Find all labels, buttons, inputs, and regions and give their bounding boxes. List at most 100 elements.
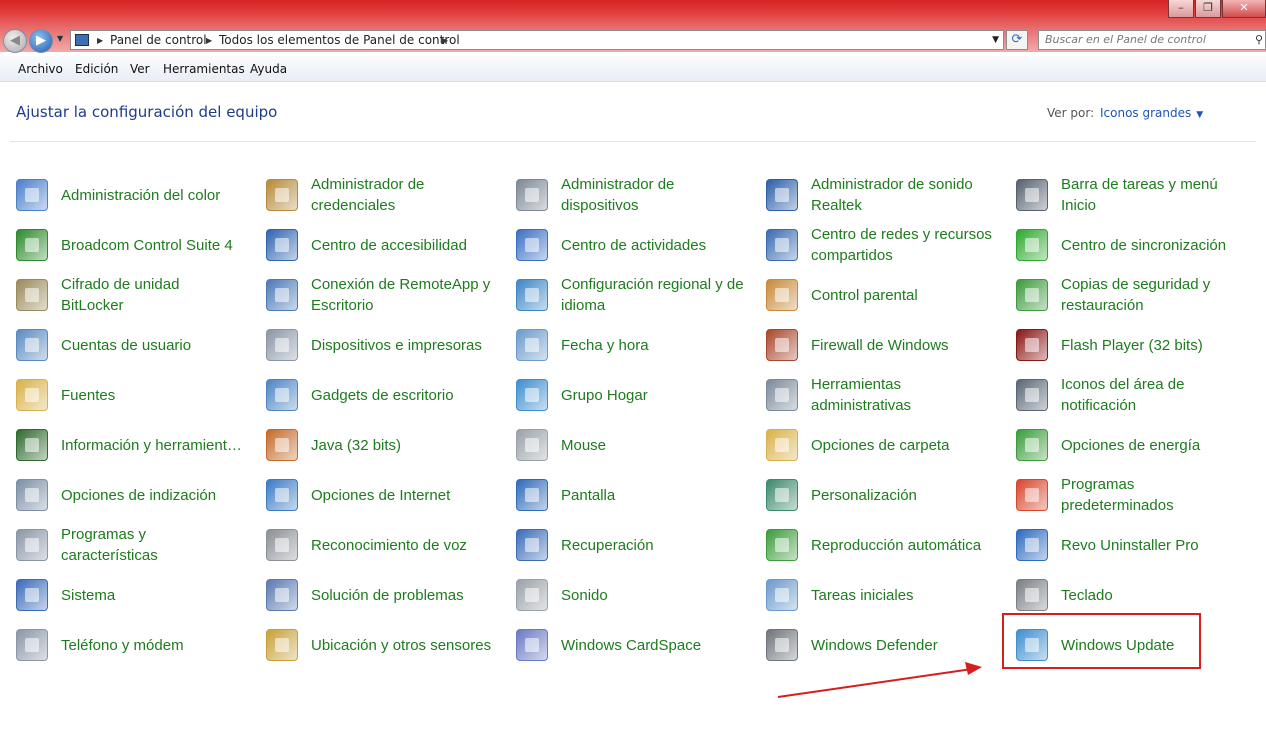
control-panel-item[interactable]: Administración del color [16, 170, 256, 220]
control-panel-item-label: Pantalla [561, 486, 616, 504]
credential-manager-icon [266, 179, 298, 211]
device-manager-icon [516, 179, 548, 211]
printer-icon [266, 329, 298, 361]
control-panel-item[interactable]: Ubicación y otros sensores [266, 620, 506, 670]
control-panel-item[interactable]: Grupo Hogar [516, 370, 756, 420]
control-panel-item[interactable]: Opciones de Internet [266, 470, 506, 520]
broadcom-icon [16, 229, 48, 261]
control-panel-item-label: Opciones de carpeta [811, 436, 950, 454]
firewall-icon [766, 329, 798, 361]
maximize-button[interactable]: ❐ [1195, 0, 1221, 18]
view-by-dropdown[interactable]: Iconos grandes ▼ [1100, 106, 1203, 120]
minimize-button[interactable]: – [1168, 0, 1194, 18]
control-panel-item[interactable]: Programas y características [16, 520, 256, 570]
breadcrumb-all-items[interactable]: Todos los elementos de Panel de control [219, 31, 460, 49]
refresh-button[interactable]: ⟳ [1006, 30, 1028, 50]
back-button[interactable]: ◀ [3, 29, 27, 53]
forward-button[interactable]: ▶ [29, 29, 53, 53]
control-panel-item[interactable]: Centro de actividades [516, 220, 756, 270]
control-panel-item[interactable]: Información y herramientas de rendimi... [16, 420, 256, 470]
recent-pages-dropdown[interactable]: ▼ [57, 34, 63, 43]
control-panel-item[interactable]: Barra de tareas y menú Inicio [1016, 170, 1256, 220]
globe-clock-icon [516, 279, 548, 311]
control-panel-item[interactable]: Revo Uninstaller Pro [1016, 520, 1256, 570]
control-panel-item[interactable]: Opciones de carpeta [766, 420, 1006, 470]
control-panel-item[interactable]: Opciones de indización [16, 470, 256, 520]
control-panel-item[interactable]: Copias de seguridad y restauración [1016, 270, 1256, 320]
control-panel-item-label: Cifrado de unidad BitLocker [61, 276, 180, 314]
caret-down-icon: ▼ [1196, 110, 1204, 120]
control-panel-item[interactable]: Administrador de sonido Realtek [766, 170, 1006, 220]
user-accounts-icon [16, 329, 48, 361]
address-box[interactable]: ▶ Panel de control ▶ Todos los elementos… [70, 30, 1004, 50]
control-panel-item-label: Configuración regional y de idioma [561, 276, 744, 314]
control-panel-item[interactable]: Broadcom Control Suite 4 [16, 220, 256, 270]
display-icon [516, 479, 548, 511]
control-panel-item[interactable]: Firewall de Windows [766, 320, 1006, 370]
location-sensors-icon [266, 629, 298, 661]
control-panel-item[interactable]: Herramientas administrativas [766, 370, 1006, 420]
control-panel-item[interactable]: Pantalla [516, 470, 756, 520]
recovery-icon [516, 529, 548, 561]
control-panel-item[interactable]: Cuentas de usuario [16, 320, 256, 370]
programs-features-icon [16, 529, 48, 561]
address-bar-area: ◀ ▶ ▼ ▶ Panel de control ▶ Todos los ele… [0, 28, 1266, 53]
control-panel-item[interactable]: Personalización [766, 470, 1006, 520]
menu-tools[interactable]: Herramientas [163, 62, 245, 76]
control-panel-item-label: Tareas iniciales [811, 586, 914, 604]
control-panel-item[interactable]: Fuentes [16, 370, 256, 420]
control-panel-item[interactable]: Centro de redes y recursos compartidos [766, 220, 1006, 270]
control-panel-item-label: Sonido [561, 586, 608, 604]
control-panel-item[interactable]: Mouse [516, 420, 756, 470]
menu-edit[interactable]: Edición [75, 62, 118, 76]
control-panel-item[interactable]: Configuración regional y de idioma [516, 270, 756, 320]
breadcrumb-separator-icon[interactable]: ▶ [97, 32, 103, 50]
control-panel-item[interactable]: Programas predeterminados [1016, 470, 1256, 520]
control-panel-item-label: Reproducción automática [811, 536, 982, 554]
menu-file[interactable]: Archivo [18, 62, 63, 76]
menu-view[interactable]: Ver [130, 62, 150, 76]
control-panel-item[interactable]: Tareas iniciales [766, 570, 1006, 620]
control-panel-item-label: Administrador de sonido Realtek [811, 176, 973, 214]
control-panel-item[interactable]: Fecha y hora [516, 320, 756, 370]
control-panel-item[interactable]: Sistema [16, 570, 256, 620]
control-panel-item[interactable]: Dispositivos e impresoras [266, 320, 506, 370]
control-panel-item-label: Solución de problemas [311, 586, 464, 604]
breadcrumb-separator-icon[interactable]: ▶ [442, 32, 448, 50]
address-dropdown-icon[interactable]: ▼ [992, 31, 999, 49]
breadcrumb-control-panel[interactable]: Panel de control [110, 31, 207, 49]
control-panel-item[interactable]: Iconos del área de notificación [1016, 370, 1256, 420]
control-panel-item-label: Teléfono y módem [61, 636, 184, 654]
control-panel-item[interactable]: Teléfono y módem [16, 620, 256, 670]
control-panel-item[interactable]: Java (32 bits) [266, 420, 506, 470]
control-panel-item[interactable]: Windows CardSpace [516, 620, 756, 670]
getting-started-icon [766, 579, 798, 611]
control-panel-item-label: Conexión de RemoteApp y Escritorio [311, 276, 491, 314]
control-panel-item[interactable]: Administrador de credenciales [266, 170, 506, 220]
control-panel-item-label: Centro de accesibilidad [311, 236, 467, 254]
performance-icon [16, 429, 48, 461]
breadcrumb-separator-icon[interactable]: ▶ [206, 32, 212, 50]
control-panel-item[interactable]: Flash Player (32 bits) [1016, 320, 1256, 370]
windows-update-highlight-box [1002, 613, 1201, 669]
calendar-clock-icon [516, 329, 548, 361]
control-panel-item[interactable]: Administrador de dispositivos [516, 170, 756, 220]
control-panel-item[interactable]: Reproducción automática [766, 520, 1006, 570]
control-panel-item[interactable]: Gadgets de escritorio [266, 370, 506, 420]
control-panel-item[interactable]: Reconocimiento de voz [266, 520, 506, 570]
control-panel-item[interactable]: Opciones de energía [1016, 420, 1256, 470]
control-panel-item[interactable]: Sonido [516, 570, 756, 620]
search-icon[interactable]: ⚲ [1255, 31, 1263, 49]
control-panel-item[interactable]: Solución de problemas [266, 570, 506, 620]
close-button[interactable]: ✕ [1222, 0, 1266, 18]
control-panel-item[interactable]: Control parental [766, 270, 1006, 320]
search-input[interactable]: Buscar en el Panel de control ⚲ [1038, 30, 1266, 50]
microphone-icon [266, 529, 298, 561]
control-panel-item[interactable]: Conexión de RemoteApp y Escritorio [266, 270, 506, 320]
control-panel-item-label: Gadgets de escritorio [311, 386, 454, 404]
control-panel-item[interactable]: Recuperación [516, 520, 756, 570]
control-panel-item[interactable]: Centro de sincronización [1016, 220, 1256, 270]
control-panel-item[interactable]: Centro de accesibilidad [266, 220, 506, 270]
menu-help[interactable]: Ayuda [250, 62, 287, 76]
control-panel-item[interactable]: Cifrado de unidad BitLocker [16, 270, 256, 320]
